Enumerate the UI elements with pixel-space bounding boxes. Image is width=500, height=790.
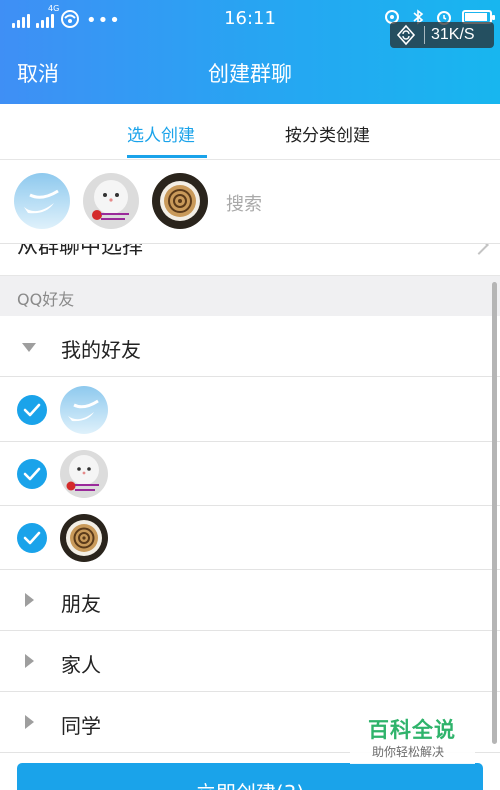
tab-select-people[interactable]: 选人创建 xyxy=(127,121,195,146)
app-header: 4G ••• 16:11 31K/S 取消 创建群聊 xyxy=(0,0,500,104)
net-speed-text: 31K/S xyxy=(431,26,475,43)
friend-avatar-coffee xyxy=(60,514,108,562)
group-label: 家人 xyxy=(61,653,101,677)
chevron-right-icon xyxy=(469,244,489,255)
create-button[interactable]: 立即创建(3) xyxy=(17,763,483,790)
search-input[interactable]: 搜索 xyxy=(226,190,262,216)
triangle-right-icon xyxy=(25,654,34,668)
tab-by-category[interactable]: 按分类创建 xyxy=(285,121,370,146)
watermark-subtitle: 助你轻松解决 xyxy=(372,745,445,759)
section-header-label: QQ好友 xyxy=(17,290,75,309)
watermark-logo: 百科全说 xyxy=(368,718,456,742)
section-header-qq-friends: QQ好友 xyxy=(0,276,500,316)
friend-row[interactable] xyxy=(0,378,500,442)
checkbox-checked-icon[interactable] xyxy=(17,395,47,425)
watermark: 百科全说 助你轻松解决 xyxy=(350,708,475,764)
selected-avatar-coffee[interactable] xyxy=(152,173,208,229)
group-row-family[interactable]: 家人 xyxy=(0,631,500,692)
triangle-right-icon xyxy=(25,715,34,729)
triangle-down-icon xyxy=(22,343,36,352)
group-row-friends[interactable]: 朋友 xyxy=(0,570,500,631)
selected-avatar-cat[interactable] xyxy=(83,173,139,229)
friend-row[interactable] xyxy=(0,506,500,570)
group-row-my-friends[interactable]: 我的好友 xyxy=(0,316,500,377)
cancel-button[interactable]: 取消 xyxy=(17,58,59,88)
friend-avatar-cat xyxy=(60,450,108,498)
group-label: 我的好友 xyxy=(61,338,141,362)
selected-avatar-sky[interactable] xyxy=(14,173,70,229)
friend-avatar-sky xyxy=(60,386,108,434)
net-speed-indicator: 31K/S xyxy=(390,22,494,48)
sync-icon xyxy=(396,24,416,46)
title-bar: 取消 创建群聊 xyxy=(0,50,500,90)
triangle-right-icon xyxy=(25,593,34,607)
from-group-row[interactable]: 从群聊中选择 xyxy=(0,244,500,276)
scrollbar[interactable] xyxy=(492,282,497,744)
checkbox-checked-icon[interactable] xyxy=(17,459,47,489)
checkbox-checked-icon[interactable] xyxy=(17,523,47,553)
from-group-label: 从群聊中选择 xyxy=(17,244,143,258)
status-bar: 4G ••• 16:11 31K/S xyxy=(0,0,500,48)
friend-row[interactable] xyxy=(0,442,500,506)
group-label: 朋友 xyxy=(61,592,101,616)
group-label: 同学 xyxy=(61,714,101,738)
page-title: 创建群聊 xyxy=(208,62,292,86)
selected-members-bar: 搜索 xyxy=(0,160,500,244)
tab-bar: 选人创建 按分类创建 xyxy=(0,104,500,160)
active-tab-indicator xyxy=(127,155,207,158)
